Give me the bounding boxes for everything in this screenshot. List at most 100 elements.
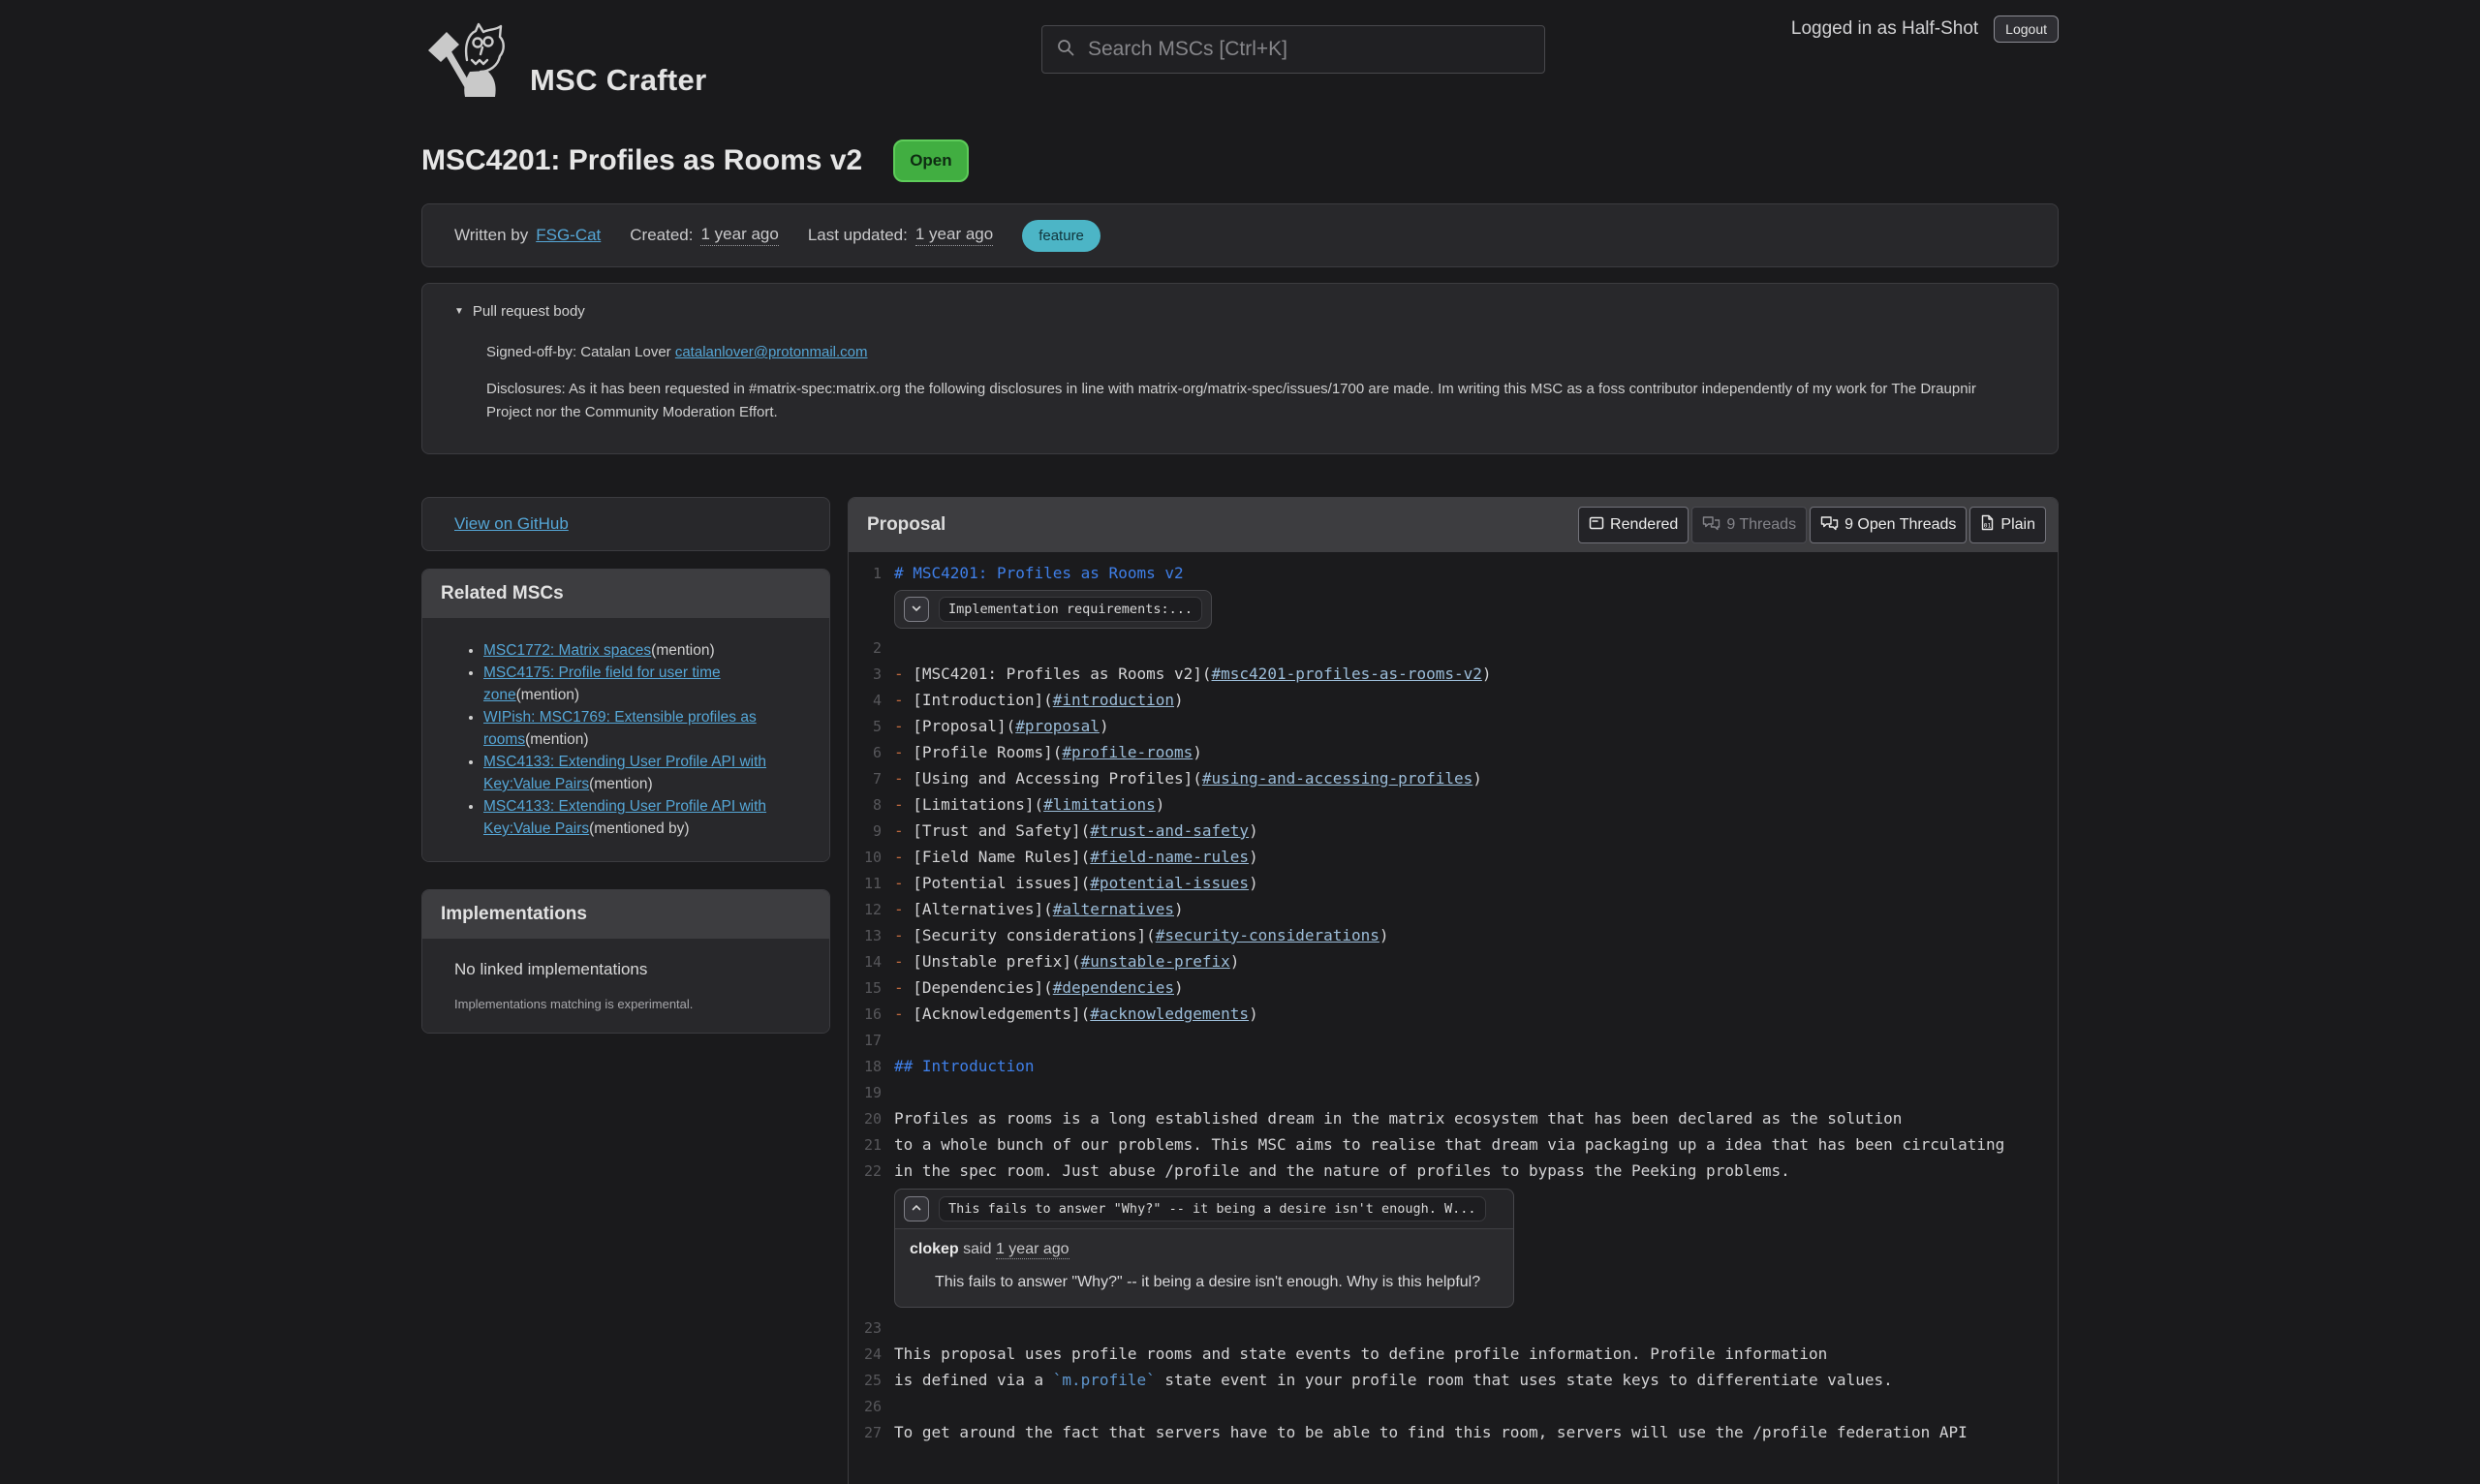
pr-body-disclosure-toggle[interactable]: ▼ Pull request body <box>454 303 585 320</box>
caret-down-icon: ▼ <box>454 306 464 317</box>
open-thread-header: This fails to answer "Why?" -- it being … <box>895 1190 1513 1229</box>
line-number: 18 <box>849 1058 882 1075</box>
search-input[interactable] <box>1086 37 1531 62</box>
relation-type: (mention) <box>589 776 652 792</box>
anchor-link[interactable]: #security-considerations <box>1156 926 1380 944</box>
anchor-link[interactable]: #alternatives <box>1053 900 1174 918</box>
line-number: 3 <box>849 665 882 683</box>
collapse-thread-button[interactable] <box>904 1196 929 1221</box>
view-on-github-link[interactable]: View on GitHub <box>454 514 569 533</box>
line-number: 2 <box>849 639 882 657</box>
code-line: 13- [Security considerations](#security-… <box>849 922 2058 948</box>
anchor-link[interactable]: #field-name-rules <box>1090 848 1249 866</box>
related-mscs-panel: Related MSCs MSC1772: Matrix spaces(ment… <box>421 569 830 862</box>
line-number: 24 <box>849 1345 882 1363</box>
line-number: 6 <box>849 744 882 761</box>
created-label: Created: <box>630 226 693 245</box>
thread-preview-pill[interactable]: This fails to answer "Why?" -- it being … <box>939 1196 1486 1221</box>
anchor-link[interactable]: #msc4201-profiles-as-rooms-v2 <box>1212 665 1482 683</box>
line-number: 11 <box>849 875 882 892</box>
open-thread: This fails to answer "Why?" -- it being … <box>894 1189 1514 1308</box>
line-number: 21 <box>849 1136 882 1154</box>
tab-rendered[interactable]: Rendered <box>1578 507 1689 543</box>
line-number: 27 <box>849 1424 882 1441</box>
anchor-link[interactable]: #limitations <box>1043 795 1156 814</box>
plain-file-icon: 01 <box>1980 514 1995 536</box>
comment-text: This fails to answer "Why?" -- it being … <box>910 1274 1499 1291</box>
created-time: 1 year ago <box>700 225 778 246</box>
code-line: 9- [Trust and Safety](#trust-and-safety) <box>849 818 2058 844</box>
line-number: 17 <box>849 1032 882 1049</box>
line-number: 19 <box>849 1084 882 1101</box>
anchor-link[interactable]: #profile-rooms <box>1062 743 1193 761</box>
code-line: 26 <box>849 1393 2058 1419</box>
meta-bar: Written by FSG-Cat Created: 1 year ago L… <box>421 203 2059 267</box>
related-mscs-title: Related MSCs <box>422 570 829 618</box>
title-row: MSC4201: Profiles as Rooms v2 Open <box>421 139 2059 182</box>
implementations-title: Implementations <box>422 890 829 939</box>
related-msc-link[interactable]: MSC1772: Matrix spaces <box>483 642 651 659</box>
proposal-title: Proposal <box>867 514 946 536</box>
code-line: 10- [Field Name Rules](#field-name-rules… <box>849 844 2058 870</box>
code-line: 7- [Using and Accessing Profiles](#using… <box>849 765 2058 791</box>
line-number: 22 <box>849 1162 882 1180</box>
implementations-empty-text: No linked implementations <box>441 960 811 979</box>
line-number: 16 <box>849 1005 882 1023</box>
list-item: MSC4133: Extending User Profile API with… <box>483 751 811 795</box>
code-line: 11- [Potential issues](#potential-issues… <box>849 870 2058 896</box>
sidebar: View on GitHub Related MSCs MSC1772: Mat… <box>421 497 830 1034</box>
code-line: 15- [Dependencies](#dependencies) <box>849 974 2058 1001</box>
list-item: MSC4133: Extending User Profile API with… <box>483 795 811 840</box>
code-line: 6- [Profile Rooms](#profile-rooms) <box>849 739 2058 765</box>
view-mode-buttons: Rendered 9 Threads <box>1578 507 2046 543</box>
code-line: 2 <box>849 634 2058 661</box>
expand-thread-button[interactable] <box>904 597 929 622</box>
relation-type: (mention) <box>651 642 714 659</box>
goblin-hammer-logo-icon <box>421 21 511 104</box>
collapsed-thread: Implementation requirements:... <box>894 590 1212 629</box>
threads-icon <box>1702 515 1720 536</box>
anchor-link[interactable]: #unstable-prefix <box>1081 952 1230 971</box>
anchor-link[interactable]: #introduction <box>1053 691 1174 709</box>
code-line: 14- [Unstable prefix](#unstable-prefix) <box>849 948 2058 974</box>
implementations-panel: Implementations No linked implementation… <box>421 889 830 1034</box>
tab-open-threads[interactable]: 9 Open Threads <box>1810 507 1967 543</box>
line-number: 9 <box>849 822 882 840</box>
chevron-down-icon <box>911 603 922 617</box>
code-line: 25is defined via a `m.profile` state eve… <box>849 1367 2058 1393</box>
code-view: 1# MSC4201: Profiles as Rooms v2 Impleme… <box>849 552 2058 1484</box>
anchor-link[interactable]: #acknowledgements <box>1090 1005 1249 1023</box>
proposal-panel: Proposal Rendered <box>848 497 2059 1484</box>
list-item: MSC1772: Matrix spaces(mention) <box>483 639 811 662</box>
relation-type: (mention) <box>525 731 588 748</box>
code-line: 3- [MSC4201: Profiles as Rooms v2](#msc4… <box>849 661 2058 687</box>
threads-icon <box>1820 515 1839 536</box>
comment-author: clokep <box>910 1241 959 1257</box>
author-link[interactable]: FSG-Cat <box>536 226 601 245</box>
feature-tag-badge: feature <box>1022 220 1100 252</box>
line-number: 4 <box>849 692 882 709</box>
signoff-email-link[interactable]: catalanlover@protonmail.com <box>675 344 868 360</box>
code-line: 17 <box>849 1027 2058 1053</box>
line-number: 15 <box>849 979 882 997</box>
thread-preview-pill[interactable]: Implementation requirements:... <box>939 597 1202 622</box>
code-line: 23 <box>849 1314 2058 1341</box>
github-link-box: View on GitHub <box>421 497 830 551</box>
line-number: 20 <box>849 1110 882 1128</box>
tab-threads[interactable]: 9 Threads <box>1691 507 1807 543</box>
related-mscs-list: MSC1772: Matrix spaces(mention) MSC4175:… <box>441 639 811 840</box>
anchor-link[interactable]: #dependencies <box>1053 978 1174 997</box>
status-badge: Open <box>893 139 968 182</box>
line-number: 14 <box>849 953 882 971</box>
line-number: 7 <box>849 770 882 788</box>
anchor-link[interactable]: #proposal <box>1015 717 1100 735</box>
logout-button[interactable]: Logout <box>1994 15 2059 43</box>
updated-label: Last updated: <box>808 226 908 245</box>
tab-plain[interactable]: 01 Plain <box>1969 507 2046 543</box>
relation-type: (mention) <box>516 687 579 703</box>
code-line: 5- [Proposal](#proposal) <box>849 713 2058 739</box>
chevron-up-icon <box>911 1202 922 1217</box>
anchor-link[interactable]: #using-and-accessing-profiles <box>1202 769 1472 788</box>
anchor-link[interactable]: #potential-issues <box>1090 874 1249 892</box>
anchor-link[interactable]: #trust-and-safety <box>1090 821 1249 840</box>
